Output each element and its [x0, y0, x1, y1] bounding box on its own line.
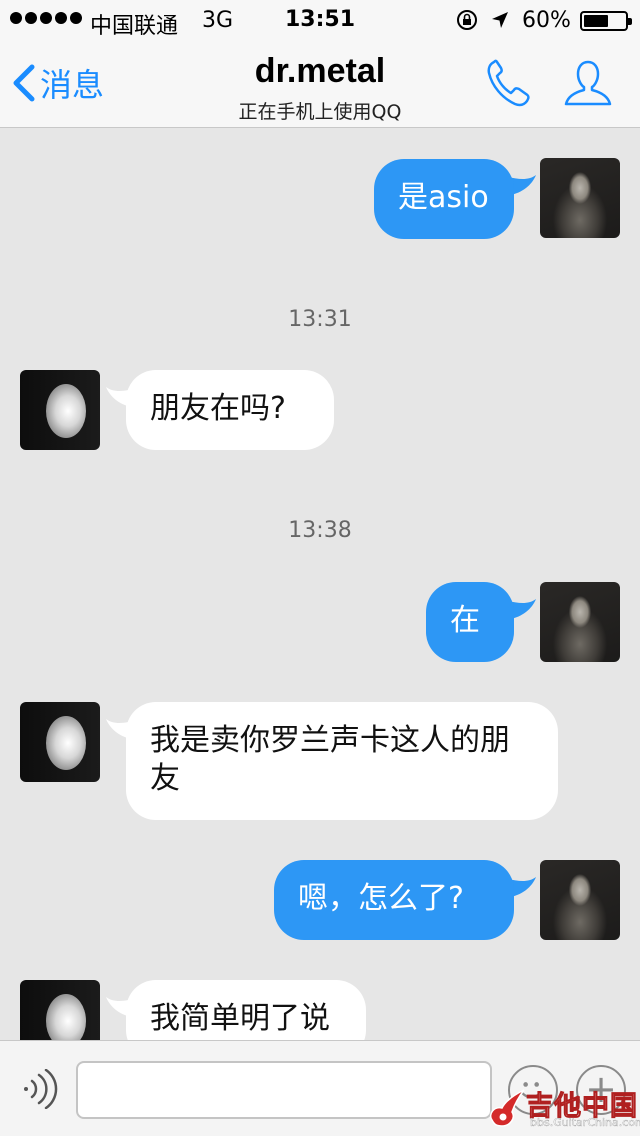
incoming-message-bubble[interactable]: 我是卖你罗兰声卡这人的朋友: [126, 702, 558, 820]
profile-button[interactable]: [562, 56, 614, 110]
location-arrow-icon: [492, 12, 508, 28]
chat-title: dr.metal: [254, 52, 386, 90]
navigation-bar: 消息 dr.metal 正在手机上使用QQ: [0, 40, 640, 128]
guitar-logo-icon: [490, 1089, 525, 1127]
my-avatar[interactable]: [540, 158, 620, 238]
status-bar: 中国联通 3G 13:51 60%: [0, 0, 640, 40]
battery-percentage: 60%: [522, 8, 571, 33]
incoming-message-bubble[interactable]: 朋友在吗?: [126, 370, 334, 450]
message-timestamp: 13:31: [288, 307, 352, 332]
outgoing-message-bubble[interactable]: 是asio: [374, 159, 514, 239]
watermark-url: bbs.GuitarChina.com: [530, 1116, 640, 1129]
phone-call-button[interactable]: [484, 56, 532, 110]
outgoing-message-bubble[interactable]: 在: [426, 582, 514, 662]
chat-subtitle: 正在手机上使用QQ: [238, 101, 402, 123]
message-text: 朋友在吗?: [150, 391, 286, 426]
friend-avatar[interactable]: [20, 370, 100, 450]
sound-wave-icon: [24, 1069, 58, 1109]
message-text: 是asio: [398, 180, 489, 215]
my-avatar[interactable]: [540, 860, 620, 940]
friend-avatar[interactable]: [20, 980, 100, 1040]
message-list[interactable]: 是asio 13:31 朋友在吗? 13:38 在 我是卖你罗兰声卡这人的朋友 …: [0, 129, 640, 1040]
phone-icon: [487, 59, 530, 107]
friend-avatar[interactable]: [20, 702, 100, 782]
site-watermark: 吉他中国 bbs.GuitarChina.com: [486, 1082, 640, 1134]
message-input[interactable]: [76, 1061, 492, 1119]
rotation-lock-icon: [457, 10, 477, 30]
my-avatar[interactable]: [540, 582, 620, 662]
message-text: 我简单明了说: [150, 1001, 330, 1036]
outgoing-message-bubble[interactable]: 嗯，怎么了?: [274, 860, 514, 940]
person-icon: [564, 60, 612, 106]
message-text: 我是卖你罗兰声卡这人的朋友: [150, 723, 510, 796]
message-text: 嗯，怎么了?: [298, 881, 464, 916]
incoming-message-bubble[interactable]: 我简单明了说: [126, 980, 366, 1040]
battery-icon: [580, 11, 632, 31]
voice-input-button[interactable]: [18, 1069, 58, 1109]
battery-fill: [584, 15, 608, 27]
message-timestamp: 13:38: [288, 518, 352, 543]
message-text: 在: [450, 603, 480, 638]
